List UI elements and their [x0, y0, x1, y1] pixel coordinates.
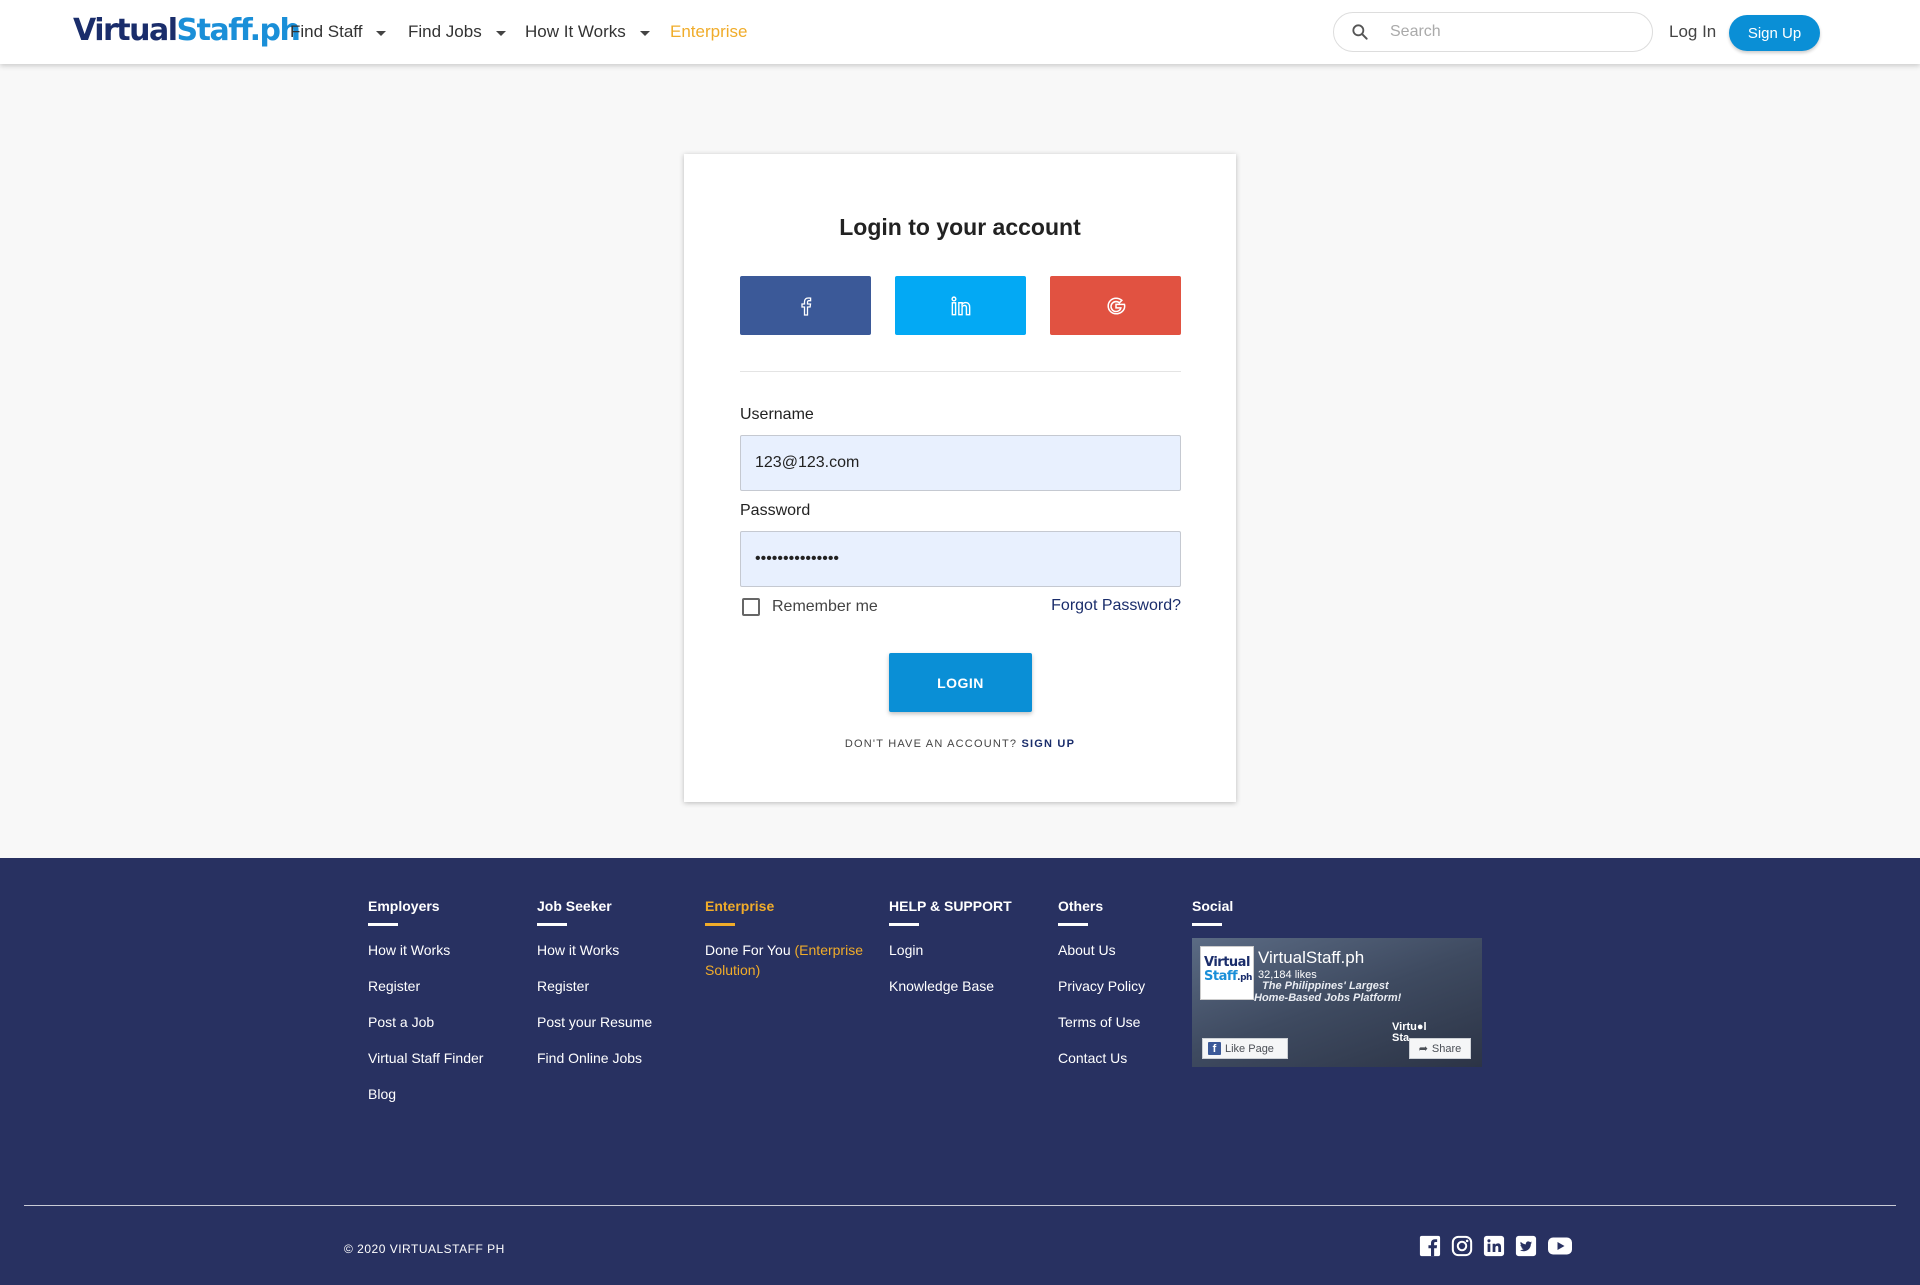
footer: Employers How it Works Register Post a J…	[0, 858, 1920, 1285]
linkedin-icon[interactable]	[1483, 1235, 1505, 1257]
footer-link[interactable]: Contact Us	[1058, 1048, 1145, 1068]
search-icon[interactable]	[1350, 22, 1370, 42]
twitter-icon[interactable]	[1515, 1235, 1537, 1257]
search-input[interactable]	[1390, 21, 1640, 43]
footer-heading: Employers	[368, 898, 440, 914]
footer-col-others: Others About Us Privacy Policy Terms of …	[1058, 898, 1145, 1084]
logo-text-part3: Staff.ph	[176, 13, 301, 48]
username-label: Username	[740, 406, 814, 423]
footer-heading: Social	[1192, 898, 1234, 914]
footer-heading: Job Seeker	[537, 898, 612, 914]
footer-link[interactable]: How it Works	[368, 940, 483, 960]
footer-col-help-support: HELP & SUPPORT Login Knowledge Base	[889, 898, 1012, 1012]
signup-prompt: DON'T HAVE AN ACCOUNT? SIGN UP	[684, 738, 1236, 750]
youtube-icon[interactable]	[1547, 1235, 1573, 1257]
google-icon	[1106, 296, 1125, 315]
footer-link[interactable]: Virtual Staff Finder	[368, 1048, 483, 1068]
footer-link[interactable]: Post a Job	[368, 1012, 483, 1032]
password-field[interactable]	[740, 531, 1181, 587]
facebook-page-widget[interactable]: Virtual Staff.ph VirtualStaff.ph 32,184 l…	[1192, 938, 1482, 1067]
chevron-down-icon	[376, 30, 387, 36]
header-signup-button[interactable]: Sign Up	[1729, 15, 1820, 51]
footer-heading: Enterprise	[705, 898, 775, 914]
chevron-down-icon	[639, 30, 650, 36]
footer-heading-underline	[889, 923, 919, 926]
footer-heading-underline	[1058, 923, 1088, 926]
remember-me-checkbox[interactable]	[742, 598, 760, 616]
nav-find-staff-label: Find Staff	[290, 22, 363, 41]
username-field[interactable]	[740, 435, 1181, 491]
header-login-link[interactable]: Log In	[1669, 22, 1716, 42]
nav-how-it-works[interactable]: How It Works	[525, 22, 650, 42]
google-login-button[interactable]	[1050, 276, 1181, 335]
footer-heading-underline	[537, 923, 567, 926]
footer-heading-underline	[705, 923, 735, 926]
copyright-text: © 2020 VIRTUALSTAFF PH	[344, 1242, 505, 1256]
footer-link[interactable]: Blog	[368, 1084, 483, 1104]
footer-heading-underline	[1192, 923, 1222, 926]
nav-enterprise[interactable]: Enterprise	[670, 22, 747, 42]
password-label: Password	[740, 502, 811, 519]
footer-link[interactable]: Privacy Policy	[1058, 976, 1145, 996]
facebook-icon[interactable]	[1419, 1235, 1441, 1257]
nav-how-it-works-label: How It Works	[525, 22, 626, 41]
footer-link[interactable]: About Us	[1058, 940, 1145, 960]
logo-text-part1: Virtu	[73, 13, 150, 48]
footer-link-done-for-you[interactable]: Done For You (Enterprise Solution)	[705, 940, 863, 980]
fb-page-name[interactable]: VirtualStaff.ph	[1258, 948, 1364, 968]
footer-divider	[24, 1205, 1896, 1206]
footer-col-job-seeker: Job Seeker How it Works Register Post yo…	[537, 898, 652, 1084]
footer-link-text: Done For You	[705, 942, 791, 958]
footer-link[interactable]: Post your Resume	[537, 1012, 652, 1032]
footer-link[interactable]: Terms of Use	[1058, 1012, 1145, 1032]
share-icon: ➦	[1418, 1043, 1428, 1055]
instagram-icon[interactable]	[1451, 1235, 1473, 1257]
remember-me-label: Remember me	[772, 598, 878, 615]
forgot-password-link[interactable]: Forgot Password?	[1051, 597, 1181, 615]
footer-link[interactable]: Login	[889, 940, 1012, 960]
footer-link[interactable]: Knowledge Base	[889, 976, 1012, 996]
facebook-login-button[interactable]	[740, 276, 871, 335]
nav-find-jobs-label: Find Jobs	[408, 22, 482, 41]
login-card: Login to your account Username Password …	[684, 154, 1236, 802]
login-button[interactable]: LOGIN	[889, 653, 1032, 712]
nav-find-staff[interactable]: Find Staff	[290, 22, 387, 42]
linkedin-icon	[950, 295, 970, 315]
footer-link[interactable]: Find Online Jobs	[537, 1048, 652, 1068]
fb-like-page-button[interactable]: f Like Page	[1202, 1038, 1288, 1059]
facebook-icon	[800, 296, 811, 316]
footer-link[interactable]: How it Works	[537, 940, 652, 960]
footer-heading: HELP & SUPPORT	[889, 898, 1012, 914]
logo-text-part2: al	[148, 13, 178, 48]
footer-link[interactable]: Register	[368, 976, 483, 996]
signup-link[interactable]: SIGN UP	[1021, 738, 1075, 750]
nav-enterprise-label: Enterprise	[670, 22, 748, 41]
footer-heading: Others	[1058, 898, 1104, 914]
footer-link-highlight: Solution)	[705, 962, 761, 978]
login-title: Login to your account	[839, 214, 1081, 240]
nav-find-jobs[interactable]: Find Jobs	[408, 22, 506, 42]
fb-like-label: Like Page	[1225, 1042, 1274, 1055]
fb-share-button[interactable]: ➦ Share	[1409, 1038, 1471, 1059]
footer-link-highlight: (Enterprise	[794, 942, 863, 958]
no-account-text: DON'T HAVE AN ACCOUNT?	[844, 738, 1018, 750]
facebook-icon: f	[1208, 1042, 1221, 1055]
top-navbar: VirtualStaff.ph Find Staff Find Jobs How…	[0, 0, 1920, 64]
divider	[740, 371, 1181, 372]
linkedin-login-button[interactable]	[895, 276, 1026, 335]
footer-col-employers: Employers How it Works Register Post a J…	[368, 898, 483, 1120]
footer-link[interactable]: Register	[537, 976, 652, 996]
fb-widget-logo: Virtual Staff.ph	[1200, 946, 1254, 1000]
fb-tagline: Home-Based Jobs Platform!	[1254, 992, 1402, 1004]
footer-col-enterprise: Enterprise Done For You (Enterprise Solu…	[705, 898, 863, 996]
fb-share-label: Share	[1431, 1042, 1462, 1055]
footer-col-social: Social	[1192, 898, 1233, 940]
remember-me[interactable]: Remember me	[740, 598, 878, 616]
fb-tagline: The Philippines' Largest	[1262, 980, 1389, 992]
chevron-down-icon	[495, 30, 506, 36]
search-box	[1333, 12, 1653, 52]
footer-heading-underline	[368, 923, 398, 926]
site-logo[interactable]: VirtualStaff.ph	[73, 13, 301, 48]
